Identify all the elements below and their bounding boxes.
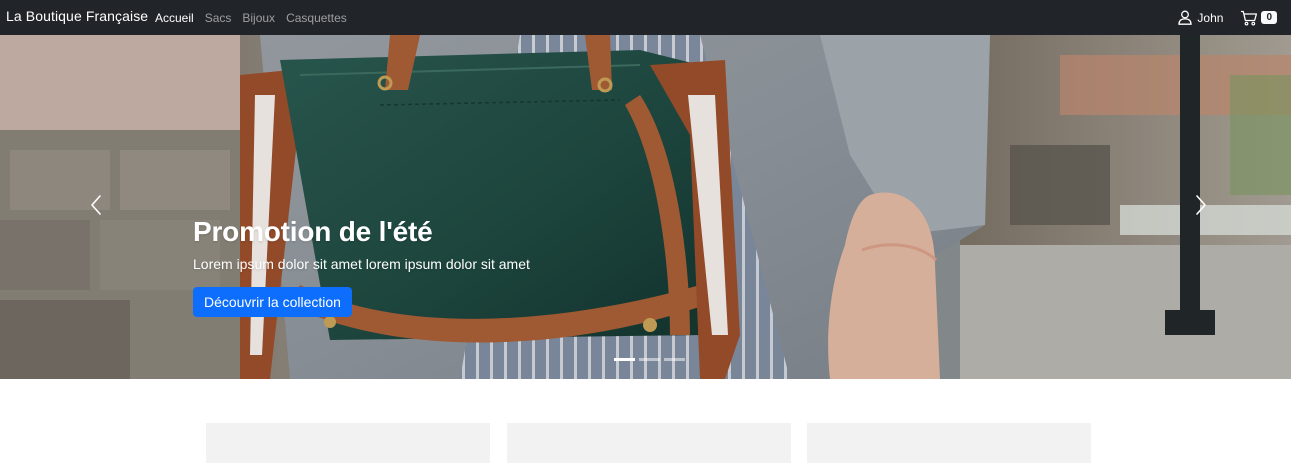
hero-image xyxy=(0,35,1291,379)
brand-link[interactable]: La Boutique Française xyxy=(6,0,148,35)
carousel-caption: Promotion de l'été Lorem ipsum dolor sit… xyxy=(193,215,530,317)
discover-collection-button[interactable]: Découvrir la collection xyxy=(193,287,352,317)
hero-text: Lorem ipsum dolor sit amet lorem ipsum d… xyxy=(193,256,530,272)
hero-carousel: Promotion de l'été Lorem ipsum dolor sit… xyxy=(0,35,1291,379)
hero-title: Promotion de l'été xyxy=(193,216,433,247)
carousel-indicator-3[interactable] xyxy=(664,358,685,361)
cart-link[interactable]: 0 xyxy=(1240,10,1277,26)
nav-link-accueil[interactable]: Accueil xyxy=(155,11,194,25)
cart-icon xyxy=(1240,10,1258,26)
person-icon xyxy=(1178,10,1193,25)
account-link[interactable]: John xyxy=(1178,10,1223,25)
cart-count-badge: 0 xyxy=(1261,11,1277,24)
chevron-left-icon xyxy=(90,194,102,221)
carousel-indicator-1[interactable] xyxy=(614,358,635,361)
nav-right: John 0 xyxy=(1178,0,1277,35)
carousel-indicators xyxy=(614,358,685,361)
navbar: La Boutique Française Accueil Sacs Bijou… xyxy=(0,0,1291,35)
product-card[interactable] xyxy=(507,423,791,463)
nav-link-casquettes[interactable]: Casquettes xyxy=(286,11,347,25)
nav-link-sacs[interactable]: Sacs xyxy=(205,11,232,25)
nav-link-bijoux[interactable]: Bijoux xyxy=(242,11,275,25)
product-card[interactable] xyxy=(807,423,1091,463)
chevron-right-icon xyxy=(1195,194,1207,221)
carousel-next-button[interactable] xyxy=(1186,187,1216,227)
carousel-indicator-2[interactable] xyxy=(639,358,660,361)
carousel-prev-button[interactable] xyxy=(81,187,111,227)
account-name: John xyxy=(1197,10,1224,25)
nav-links: Accueil Sacs Bijoux Casquettes xyxy=(155,0,347,35)
product-card[interactable] xyxy=(206,423,490,463)
